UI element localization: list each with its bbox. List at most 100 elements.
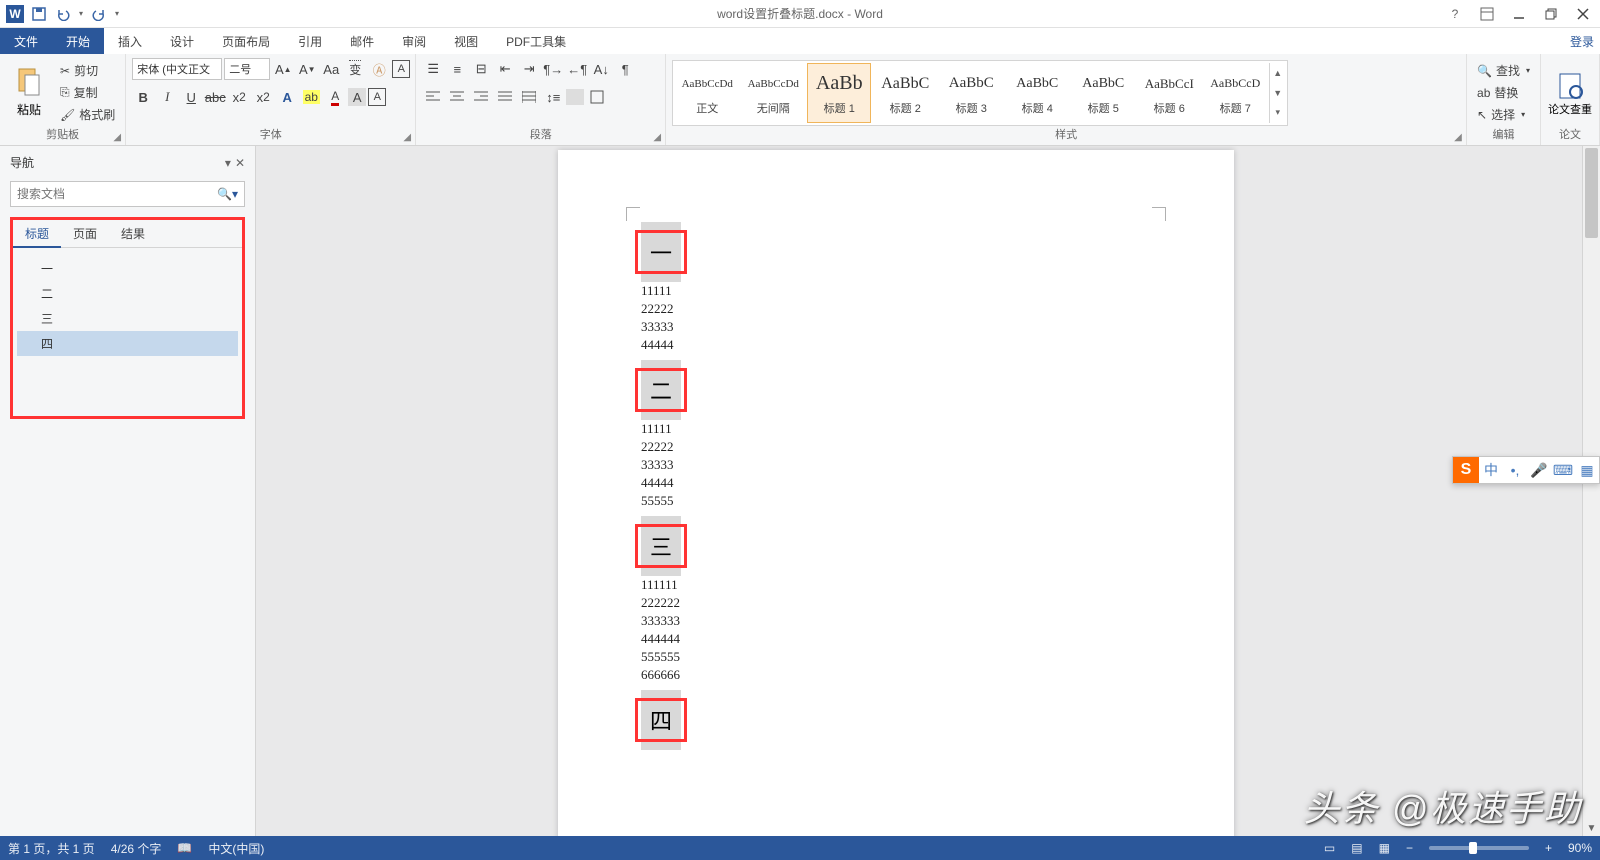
style-item-标题1[interactable]: AaBb标题 1 — [807, 63, 871, 123]
align-right-icon[interactable] — [470, 86, 492, 108]
underline-button[interactable]: U — [180, 86, 202, 108]
superscript-button[interactable]: x2 — [252, 86, 274, 108]
minimize-button[interactable] — [1506, 4, 1532, 24]
line-spacing-icon[interactable]: ↕≡ — [542, 86, 564, 108]
distribute-icon[interactable] — [518, 86, 540, 108]
close-button[interactable] — [1570, 4, 1596, 24]
vertical-scrollbar[interactable]: ▲ ▼ — [1582, 146, 1600, 836]
ime-keyboard-icon[interactable]: ⌨ — [1551, 462, 1575, 479]
nav-pin-icon[interactable]: ▾ — [225, 156, 231, 170]
font-name-combo[interactable]: 宋体 (中文正文 — [132, 58, 222, 80]
font-color-icon[interactable]: A — [324, 86, 346, 108]
login-link[interactable]: 登录 — [1570, 28, 1594, 54]
tab-review[interactable]: 审阅 — [388, 28, 440, 54]
copy-button[interactable]: ⎘复制 — [56, 83, 119, 103]
nav-heading-item[interactable]: 三 — [17, 306, 238, 331]
status-words[interactable]: 4/26 个字 — [111, 840, 162, 857]
paragraph-launcher-icon[interactable]: ◢ — [651, 131, 663, 143]
ltr-icon[interactable]: ¶→ — [542, 58, 564, 80]
char-border-icon[interactable]: A — [368, 88, 386, 106]
paste-button[interactable]: 粘贴 — [6, 60, 52, 126]
tab-home[interactable]: 开始 — [52, 28, 104, 54]
gallery-row-down-icon[interactable]: ▼ — [1270, 83, 1285, 103]
scroll-down-icon[interactable]: ▼ — [1583, 820, 1600, 836]
qat-undo-more[interactable]: ▾ — [76, 3, 86, 25]
page-content[interactable]: 一11111222223333344444二111112222233333444… — [641, 222, 1151, 756]
zoom-out-icon[interactable]: − — [1406, 841, 1413, 855]
tab-layout[interactable]: 页面布局 — [208, 28, 284, 54]
doc-body-line[interactable]: 22222 — [641, 438, 1151, 456]
nav-search-input[interactable] — [17, 187, 217, 201]
tab-references[interactable]: 引用 — [284, 28, 336, 54]
char-shading-icon[interactable]: A — [348, 88, 366, 106]
tab-insert[interactable]: 插入 — [104, 28, 156, 54]
view-read-icon[interactable]: ▭ — [1324, 841, 1335, 855]
style-item-标题2[interactable]: AaBbC标题 2 — [873, 63, 937, 123]
doc-body-line[interactable]: 666666 — [641, 666, 1151, 684]
doc-body-line[interactable]: 444444 — [641, 630, 1151, 648]
increase-indent-icon[interactable]: ⇥ — [518, 58, 540, 80]
grow-font-icon[interactable]: A▲ — [272, 58, 294, 80]
doc-body-line[interactable]: 33333 — [641, 318, 1151, 336]
tab-file[interactable]: 文件 — [0, 28, 52, 54]
replace-button[interactable]: ab替换 — [1473, 83, 1534, 103]
doc-body-line[interactable]: 55555 — [641, 492, 1151, 510]
style-item-正文[interactable]: AaBbCcDd正文 — [675, 63, 739, 123]
doc-body-line[interactable]: 11111 — [641, 282, 1151, 300]
style-item-标题5[interactable]: AaBbC标题 5 — [1071, 63, 1135, 123]
style-item-标题7[interactable]: AaBbCcD标题 7 — [1203, 63, 1267, 123]
status-page[interactable]: 第 1 页，共 1 页 — [8, 840, 95, 857]
select-button[interactable]: ↖选择▾ — [1473, 105, 1534, 125]
multilevel-icon[interactable]: ⊟ — [470, 58, 492, 80]
align-left-icon[interactable] — [422, 86, 444, 108]
search-icon[interactable]: 🔍▾ — [217, 187, 238, 201]
zoom-level[interactable]: 90% — [1568, 841, 1592, 855]
nav-heading-item[interactable]: 四 — [17, 331, 238, 356]
page[interactable]: 一11111222223333344444二111112222233333444… — [558, 150, 1234, 836]
font-launcher-icon[interactable]: ◢ — [401, 131, 413, 143]
borders-icon[interactable] — [586, 86, 608, 108]
zoom-in-icon[interactable]: + — [1545, 841, 1552, 855]
qat-undo-icon[interactable] — [52, 3, 74, 25]
numbering-icon[interactable]: ≡ — [446, 58, 468, 80]
bold-button[interactable]: B — [132, 86, 154, 108]
subscript-button[interactable]: x2 — [228, 86, 250, 108]
doc-body-line[interactable]: 33333 — [641, 456, 1151, 474]
ime-punct-icon[interactable]: •, — [1503, 462, 1527, 478]
nav-tab-headings[interactable]: 标题 — [13, 220, 61, 248]
style-item-标题3[interactable]: AaBbC标题 3 — [939, 63, 1003, 123]
rtl-icon[interactable]: ←¶ — [566, 58, 588, 80]
italic-button[interactable]: I — [156, 86, 178, 108]
document-area[interactable]: 一11111222223333344444二111112222233333444… — [256, 146, 1600, 836]
doc-body-line[interactable]: 11111 — [641, 420, 1151, 438]
align-center-icon[interactable] — [446, 86, 468, 108]
doc-body-line[interactable]: 111111 — [641, 576, 1151, 594]
styles-more[interactable]: ▲▼▾ — [1269, 63, 1285, 123]
style-item-标题4[interactable]: AaBbC标题 4 — [1005, 63, 1069, 123]
phonetic-guide-icon[interactable]: 变 — [344, 58, 366, 80]
shrink-font-icon[interactable]: A▼ — [296, 58, 318, 80]
nav-tab-pages[interactable]: 页面 — [61, 220, 109, 247]
nav-tab-results[interactable]: 结果 — [109, 220, 157, 247]
clipboard-launcher-icon[interactable]: ◢ — [111, 131, 123, 143]
zoom-thumb[interactable] — [1469, 842, 1477, 854]
bullets-icon[interactable]: ☰ — [422, 58, 444, 80]
sort-icon[interactable]: A↓ — [590, 58, 612, 80]
ime-toolbar[interactable]: S 中 •, 🎤 ⌨ ▦ — [1452, 456, 1600, 484]
tab-design[interactable]: 设计 — [156, 28, 208, 54]
tab-mailings[interactable]: 邮件 — [336, 28, 388, 54]
decrease-indent-icon[interactable]: ⇤ — [494, 58, 516, 80]
find-button[interactable]: 🔍查找▾ — [1473, 61, 1534, 81]
clear-format-icon[interactable]: Ⓐ — [368, 58, 390, 80]
font-size-combo[interactable]: 二号 — [224, 58, 270, 80]
doc-body-line[interactable]: 44444 — [641, 336, 1151, 354]
show-marks-icon[interactable]: ¶ — [614, 58, 636, 80]
cut-button[interactable]: ✂剪切 — [56, 61, 119, 81]
format-painter-button[interactable]: 🖌格式刷 — [56, 105, 119, 125]
status-language[interactable]: 中文(中国) — [208, 840, 264, 857]
qat-save-icon[interactable] — [28, 3, 50, 25]
enclose-char-icon[interactable]: A — [392, 60, 410, 78]
nav-heading-item[interactable]: 二 — [17, 281, 238, 306]
tab-view[interactable]: 视图 — [440, 28, 492, 54]
nav-close-icon[interactable]: ✕ — [235, 156, 245, 170]
